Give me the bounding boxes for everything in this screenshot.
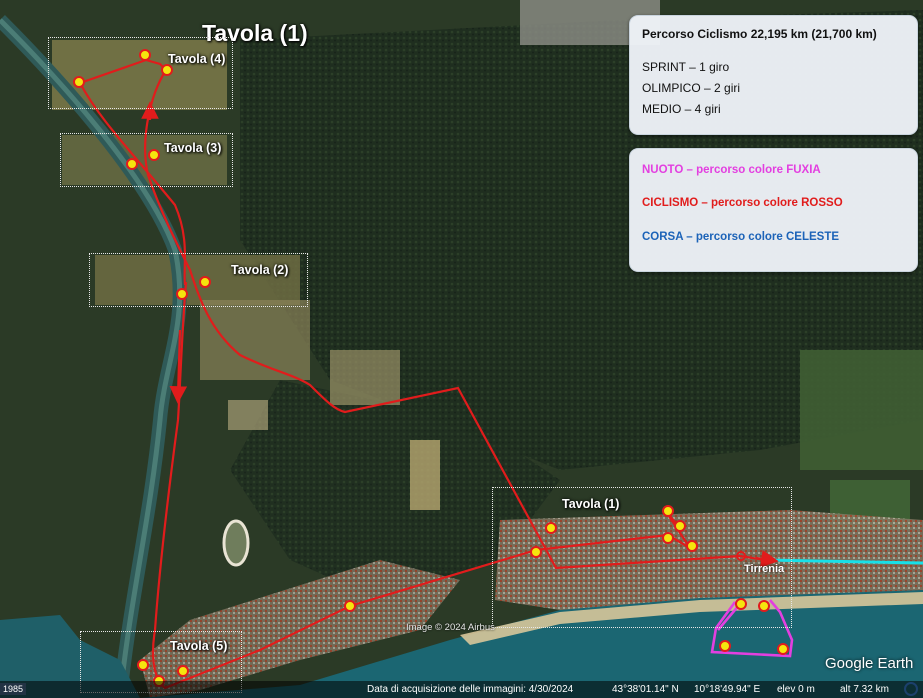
map-view[interactable]: { "title": "Tavola (1)", "boxes": [ {"la…: [0, 0, 923, 698]
marker-icon: [344, 600, 356, 612]
marker-icon: [777, 643, 789, 655]
google-earth-logo: Google Earth: [825, 655, 914, 672]
tavola-box-1: [492, 487, 792, 628]
latitude-readout: 43°38'01.14" N: [612, 684, 679, 695]
acquisition-date: Data di acquisizione delle immagini: 4/3…: [367, 684, 574, 695]
course-info-panel: Percorso Ciclismo 22,195 km (21,700 km) …: [629, 15, 918, 135]
longitude-readout: 10°18'49.94" E: [694, 684, 761, 695]
imagery-credit: Image © 2024 Airbus: [406, 622, 495, 633]
course-heading: Percorso Ciclismo 22,195 km (21,700 km): [642, 27, 877, 41]
legend-item-swim: NUOTO – percorso colore FUXIA: [642, 164, 821, 176]
tavola-label-2: Tavola (2): [231, 263, 289, 277]
legend-panel: NUOTO – percorso colore FUXIA CICLISMO –…: [629, 148, 918, 272]
historical-imagery-year[interactable]: 1985: [0, 683, 27, 695]
legend-item-bike: CICLISMO – percorso colore ROSSO: [642, 197, 843, 209]
tavola-label-3: Tavola (3): [164, 141, 222, 155]
course-line: SPRINT – 1 giro: [642, 60, 730, 74]
altitude-readout: alt 7.32 km: [840, 684, 889, 695]
marker-icon: [719, 640, 731, 652]
tavola-label-5: Tavola (5): [170, 639, 228, 653]
tavola-label-4: Tavola (4): [168, 52, 226, 66]
course-line: MEDIO – 4 giri: [642, 102, 721, 116]
legend-item-run: CORSA – percorso colore CELESTE: [642, 231, 840, 243]
tavola-box-4: [48, 37, 233, 109]
elevation-readout: elev 0 m: [777, 684, 815, 695]
tavola-label-1: Tavola (1): [562, 497, 620, 511]
tavola-box-2: [89, 253, 308, 307]
town-label: Tirrenia: [744, 563, 785, 575]
course-line: OLIMPICO – 2 giri: [642, 81, 741, 95]
status-bar: Data di acquisizione delle immagini: 4/3…: [0, 681, 923, 698]
